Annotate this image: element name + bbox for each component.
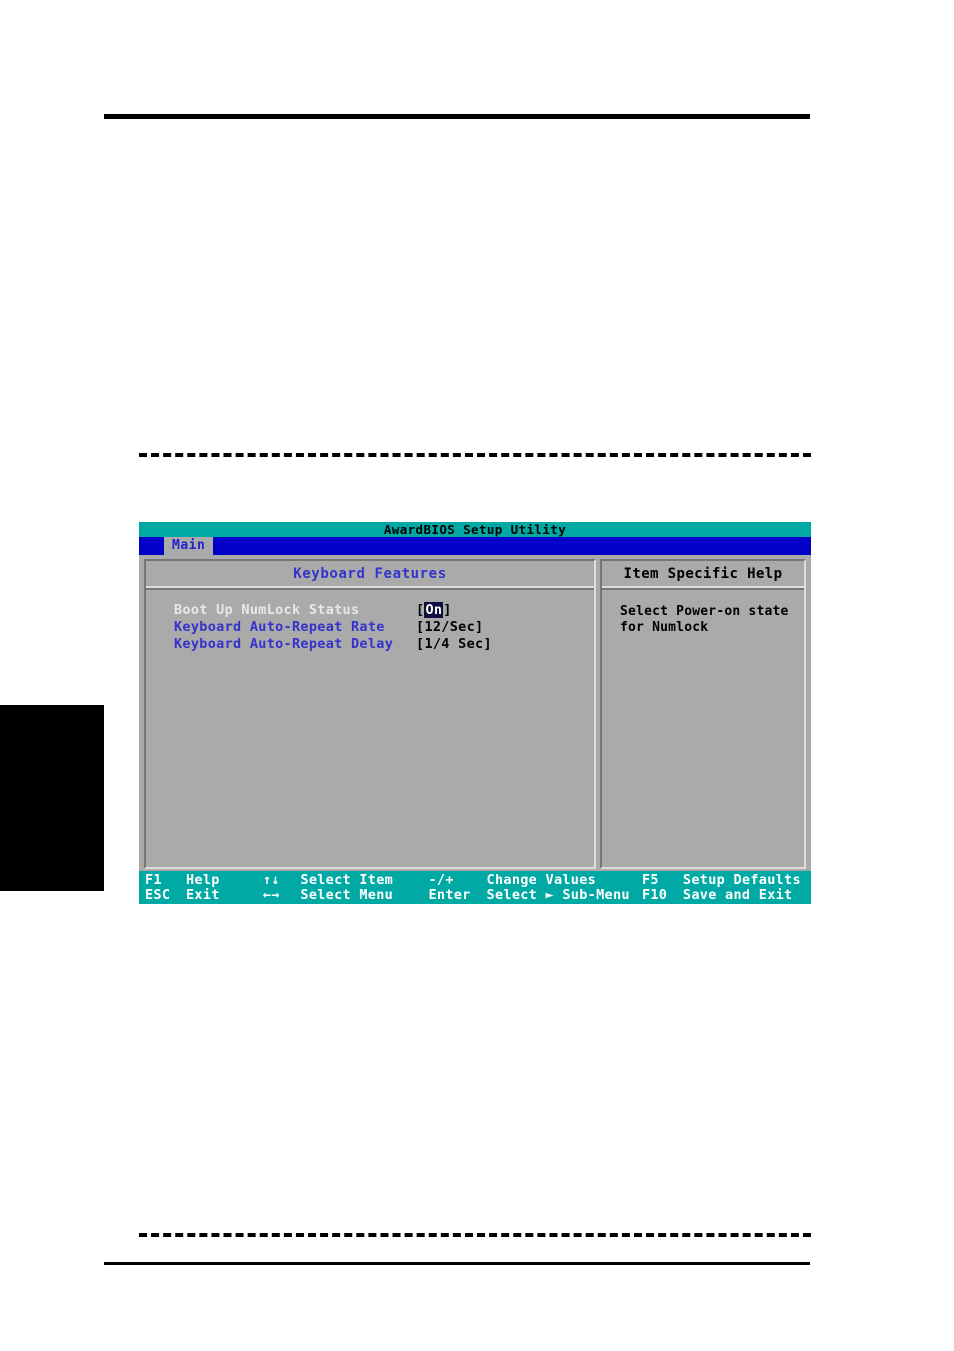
bios-content-area: Keyboard Features Boot Up NumLock Status… [139, 555, 811, 871]
key-esc-action: Exit [185, 887, 220, 903]
value-bracket-close: ] [483, 636, 492, 652]
setting-value[interactable]: [On] [416, 602, 452, 619]
menu-tab-main[interactable]: Main [164, 537, 214, 555]
page-dashed-rule-bottom [139, 1233, 811, 1237]
value-text[interactable]: 1/4 Sec [424, 636, 483, 652]
value-bracket-close: ] [443, 602, 452, 618]
bios-title-bar: AwardBIOS Setup Utility [139, 522, 811, 537]
setting-row-keyboard-auto-repeat-rate[interactable]: Keyboard Auto-Repeat Rate [12/Sec] [174, 619, 594, 636]
key-minus-plus[interactable]: -/+ [428, 873, 486, 888]
key-f1[interactable]: F1 [145, 873, 186, 888]
help-text-line: Select Power-on state [620, 604, 789, 619]
key-esc[interactable]: ESC [145, 888, 186, 903]
key-legend-row-1: F1 Help ↑↓ Select Item -/+ Change Values… [145, 873, 811, 888]
value-text[interactable]: 12/Sec [424, 619, 475, 635]
help-pane-text: Select Power-on state for Numlock [602, 590, 804, 867]
value-bracket-close: ] [475, 619, 484, 635]
key-f5-action: Setup Defaults [682, 872, 801, 888]
setting-row-boot-up-numlock-status[interactable]: Boot Up NumLock Status [On] [174, 602, 594, 619]
settings-list: Boot Up NumLock Status [On] Keyboard Aut… [146, 590, 594, 867]
key-f1-action: Help [185, 872, 220, 888]
help-pane-heading: Item Specific Help [602, 561, 804, 590]
settings-pane: Keyboard Features Boot Up NumLock Status… [144, 559, 596, 869]
setting-value[interactable]: [12/Sec] [416, 619, 483, 636]
setting-value[interactable]: [1/4 Sec] [416, 636, 492, 653]
page-rule-top [104, 114, 810, 119]
setting-row-keyboard-auto-repeat-delay[interactable]: Keyboard Auto-Repeat Delay [1/4 Sec] [174, 636, 594, 653]
page-dashed-rule-top [139, 453, 811, 457]
page-rule-bottom [104, 1262, 810, 1265]
key-updown-arrows-icon[interactable]: ↑↓ [263, 873, 301, 888]
settings-pane-heading: Keyboard Features [146, 561, 594, 590]
key-leftright-action: Select Menu [300, 887, 394, 903]
key-leftright-arrows-icon[interactable]: ←→ [263, 888, 301, 903]
key-legend-row-2: ESC Exit ←→ Select Menu Enter Select ► S… [145, 888, 811, 903]
bios-key-legend-bar: F1 Help ↑↓ Select Item -/+ Change Values… [139, 871, 811, 904]
key-updown-action: Select Item [300, 872, 394, 888]
key-minus-plus-action: Change Values [486, 872, 597, 888]
key-enter[interactable]: Enter [428, 888, 486, 903]
value-text-highlighted[interactable]: On [424, 602, 444, 618]
key-f10-action: Save and Exit [682, 887, 793, 903]
help-text-line: for Numlock [620, 620, 709, 635]
key-f10[interactable]: F10 [642, 888, 683, 903]
bios-setup-window: AwardBIOS Setup Utility Main Keyboard Fe… [139, 522, 811, 904]
key-f5[interactable]: F5 [642, 873, 683, 888]
setting-label: Keyboard Auto-Repeat Delay [174, 636, 394, 652]
item-specific-help-pane: Item Specific Help Select Power-on state… [600, 559, 806, 869]
bios-menu-bar: Main [139, 537, 811, 555]
setting-label: Boot Up NumLock Status [174, 602, 360, 618]
page-edge-thumb-tab [0, 705, 104, 891]
key-enter-action: Select ► Sub-Menu [486, 887, 630, 903]
setting-label: Keyboard Auto-Repeat Rate [174, 619, 385, 635]
